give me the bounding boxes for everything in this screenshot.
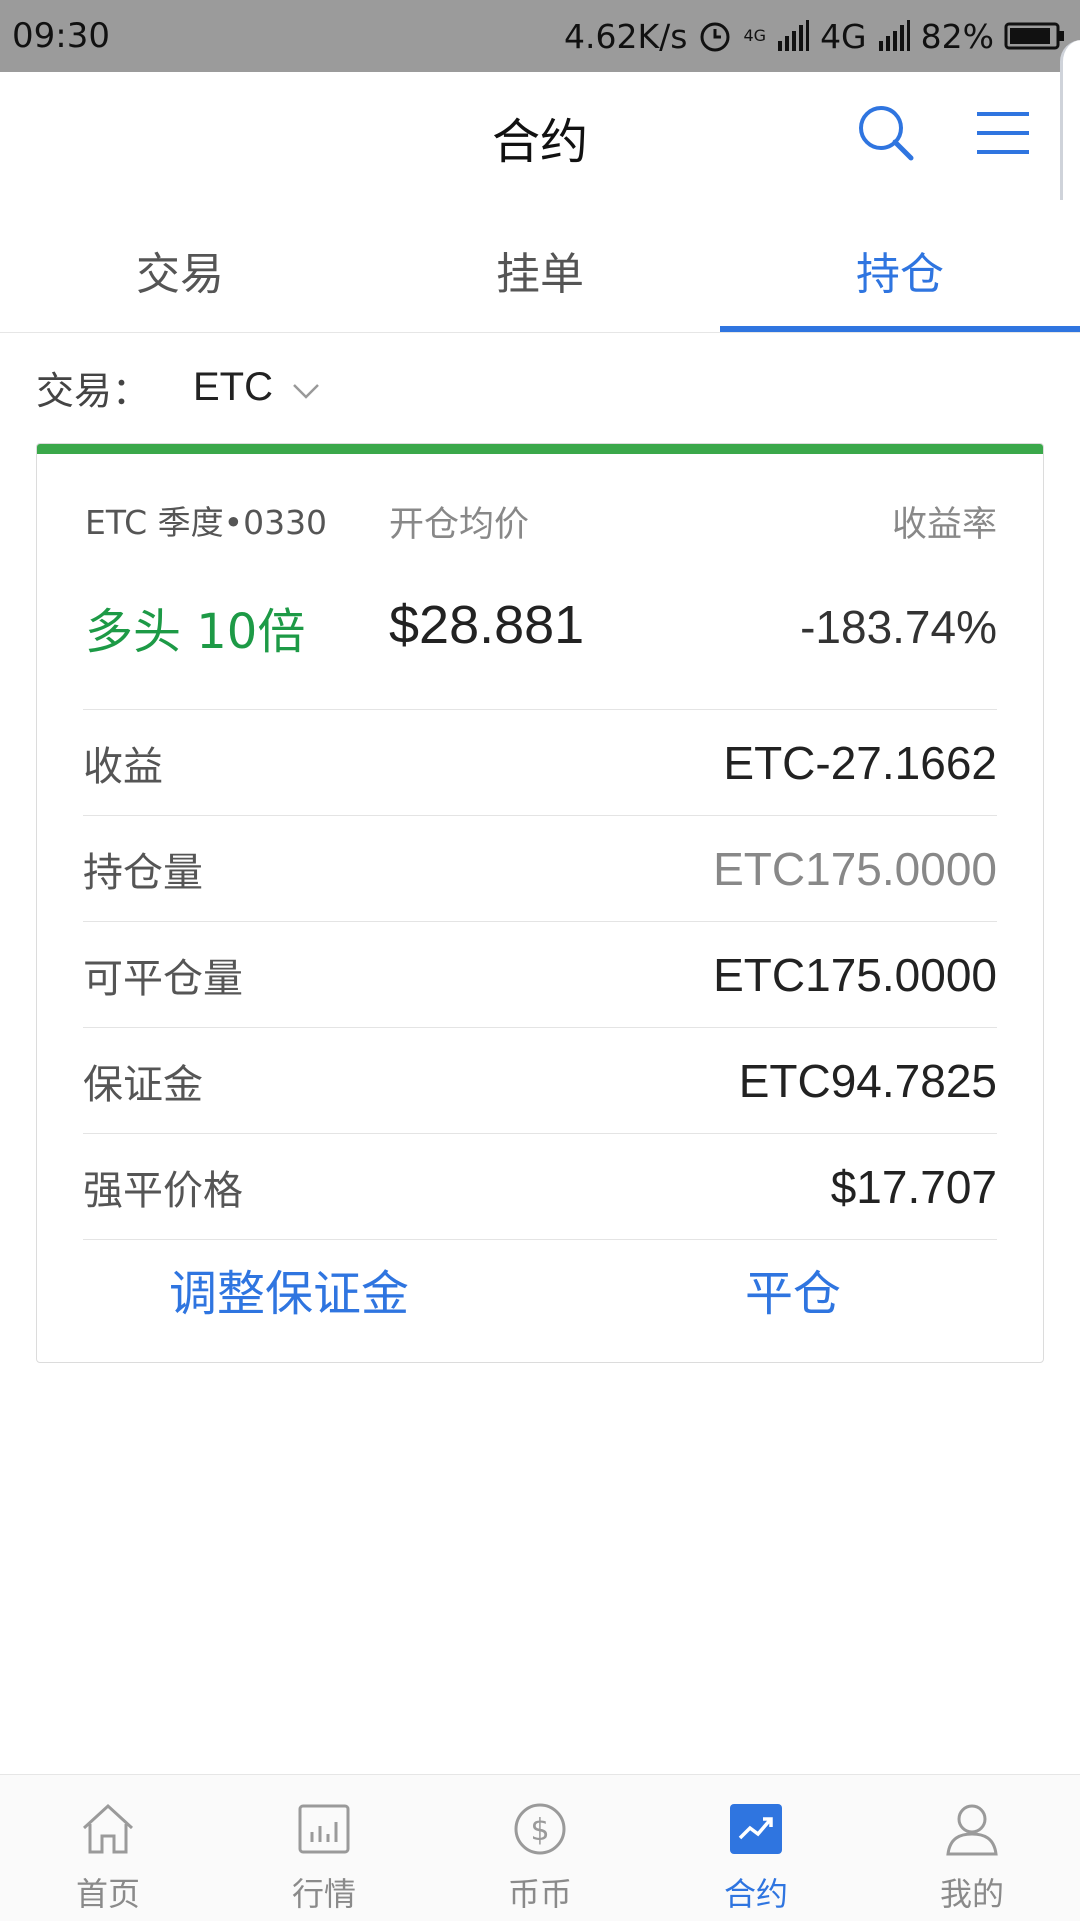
adjust-margin-button[interactable]: 调整保证金 [169, 1254, 409, 1324]
home-icon [48, 1799, 168, 1859]
dollar-icon: $ [480, 1799, 600, 1859]
page-title: 合约 [491, 114, 588, 170]
chart-icon [264, 1799, 384, 1859]
tab-orders[interactable]: 挂单 [360, 238, 720, 302]
menu-icon[interactable] [975, 108, 1031, 158]
status-indicators: 4.62K/s 4G 4G 82% [564, 14, 1066, 58]
nav-spot[interactable]: $ 币币 [480, 1799, 600, 1915]
nav-spot-label: 币币 [507, 1875, 572, 1913]
position-details: 收益 ETC-27.1662 持仓量 ETC175.0000 可平仓量 ETC1… [83, 710, 997, 1240]
profit-label: 收益 [83, 743, 163, 790]
detail-row-closable: 可平仓量 ETC175.0000 [83, 922, 997, 1028]
card-actions: 调整保证金 平仓 [37, 1244, 1043, 1334]
filter-value[interactable]: ETC [193, 365, 273, 410]
detail-row-margin: 保证金 ETC94.7825 [83, 1028, 997, 1134]
close-position-button[interactable]: 平仓 [745, 1254, 841, 1324]
status-bar: 09:30 4.62K/s 4G 4G 82% [0, 0, 1080, 72]
margin-label: 保证金 [83, 1061, 203, 1108]
detail-row-holding: 持仓量 ETC175.0000 [83, 816, 997, 922]
position-direction: 多头 10倍 [85, 604, 306, 660]
holding-value: ETC175.0000 [713, 842, 997, 895]
return-rate-label: 收益率 [891, 505, 997, 545]
active-tab-indicator [720, 326, 1080, 332]
signal-icon [776, 19, 810, 53]
liquidation-label: 强平价格 [83, 1167, 243, 1214]
net-speed: 4.62K/s [564, 16, 688, 56]
detail-row-liquidation: 强平价格 $17.707 [83, 1134, 997, 1240]
tab-positions[interactable]: 持仓 [720, 238, 1080, 302]
filter-label: 交易： [36, 368, 151, 413]
nav-market[interactable]: 行情 [264, 1799, 384, 1915]
contract-name: ETC 季度•0330 [85, 503, 328, 542]
avg-price-value: $28.881 [389, 595, 585, 655]
network-type: 4G [820, 16, 867, 56]
user-icon [912, 1799, 1032, 1859]
closable-label: 可平仓量 [83, 955, 243, 1002]
tab-bar: 交易 挂单 持仓 [0, 200, 1080, 333]
app-header: 合约 [0, 72, 1080, 200]
bottom-nav: 首页 行情 $ 币币 合约 我的 [0, 1774, 1080, 1921]
search-icon[interactable] [855, 102, 917, 164]
alarm-icon [697, 18, 733, 54]
liquidation-value: $17.707 [830, 1160, 997, 1213]
nav-mine-label: 我的 [939, 1875, 1004, 1913]
profit-value: ETC-27.1662 [723, 736, 997, 789]
chevron-down-icon[interactable] [291, 365, 321, 409]
nav-contract[interactable]: 合约 [696, 1799, 816, 1915]
avg-price-label: 开仓均价 [389, 505, 530, 545]
card-status-bar [37, 444, 1043, 454]
nav-contract-label: 合约 [723, 1875, 788, 1913]
margin-value: ETC94.7825 [738, 1054, 997, 1107]
nav-home-label: 首页 [75, 1875, 140, 1913]
return-rate-value: -183.74% [800, 601, 997, 653]
signal-icon-2 [877, 19, 911, 53]
nav-market-label: 行情 [291, 1875, 356, 1913]
status-time: 09:30 [12, 16, 110, 56]
position-card: ETC 季度•0330 开仓均价 收益率 多头 10倍 $28.881 -183… [36, 443, 1044, 1363]
detail-row-profit: 收益 ETC-27.1662 [83, 710, 997, 816]
small-network-label: 4G [743, 26, 767, 45]
tab-trade[interactable]: 交易 [0, 238, 360, 302]
battery-percent: 82% [920, 16, 994, 56]
nav-mine[interactable]: 我的 [912, 1799, 1032, 1915]
battery-icon [1004, 21, 1066, 51]
svg-text:$: $ [530, 1813, 549, 1848]
trade-filter[interactable]: 交易： ETC [36, 362, 321, 413]
holding-label: 持仓量 [83, 849, 203, 896]
nav-home[interactable]: 首页 [48, 1799, 168, 1915]
closable-value: ETC175.0000 [713, 948, 997, 1001]
trend-icon [696, 1799, 816, 1859]
